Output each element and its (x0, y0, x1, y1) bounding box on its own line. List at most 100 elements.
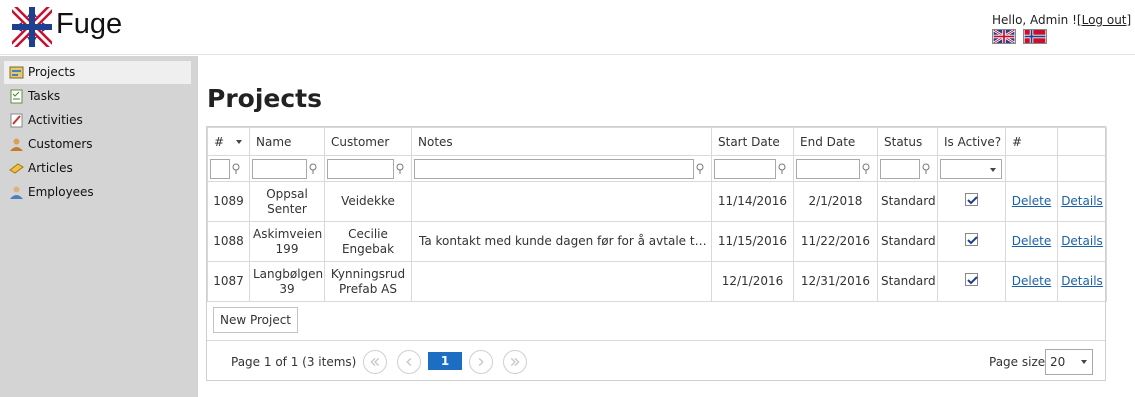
col-header-status[interactable]: Status (877, 127, 938, 156)
col-header-actions: # (1005, 127, 1058, 156)
cell-is-active (937, 181, 1006, 222)
cell-id: 1087 (207, 261, 250, 302)
brand-name: Fuge (56, 8, 123, 40)
first-page-icon[interactable] (363, 350, 387, 374)
col-header-is-active[interactable]: Is Active? (937, 127, 1006, 156)
logout-link[interactable]: [Log out] (1077, 13, 1131, 27)
col-header-label: # (214, 134, 225, 149)
page-size-select[interactable]: 20 (1045, 349, 1093, 375)
prev-page-icon[interactable] (397, 350, 421, 374)
fuge-logo-icon (12, 7, 52, 47)
cell-end-date: 11/22/2016 (793, 221, 878, 262)
col-header-notes[interactable]: Notes (411, 127, 712, 156)
chevron-down-icon (1081, 360, 1087, 364)
col-header-details (1057, 127, 1107, 156)
next-page-icon[interactable] (469, 350, 493, 374)
filter-id-input[interactable] (210, 158, 230, 179)
cell-status: Standard (877, 261, 938, 302)
cell-name: Oppsal Senter (249, 181, 325, 222)
sidebar-item-label: Activities (28, 113, 83, 127)
col-header-start-date[interactable]: Start Date (711, 127, 794, 156)
flag-norway-icon[interactable] (1022, 29, 1047, 44)
filter-icon[interactable] (777, 163, 787, 175)
sidebar-item-projects[interactable]: Projects (4, 61, 191, 84)
greeting-text: Hello, Admin ! (992, 13, 1077, 27)
filter-notes-input[interactable] (414, 158, 694, 179)
filter-icon[interactable] (231, 163, 241, 175)
filter-is-active-select[interactable] (940, 158, 1002, 179)
checkmark-icon (967, 196, 978, 205)
employees-icon (10, 186, 23, 199)
pager-info: Page 1 of 1 (3 items) (231, 355, 357, 369)
filter-customer-input[interactable] (327, 158, 394, 179)
sidebar-item-label: Projects (28, 65, 76, 79)
sidebar-item-articles[interactable]: Articles (4, 157, 191, 180)
col-header-name[interactable]: Name (249, 127, 325, 156)
col-header-end-date[interactable]: End Date (793, 127, 878, 156)
filter-icon[interactable] (308, 163, 318, 175)
table-row: 1088 Askimveien 199 Cecilie Engebak Ta k… (207, 221, 1107, 262)
sidebar-item-activities[interactable]: Activities (4, 109, 191, 132)
filter-status-input[interactable] (880, 158, 920, 179)
cell-customer: Kynningsrud Prefab AS (324, 261, 412, 302)
cell-id: 1089 (207, 181, 250, 222)
delete-link[interactable]: Delete (1012, 274, 1051, 288)
table-row: 1089 Oppsal Senter Veidekke 11/14/2016 2… (207, 181, 1107, 222)
chevron-down-icon (990, 167, 996, 172)
sidebar-item-tasks[interactable]: Tasks (4, 85, 191, 108)
checkmark-icon (967, 236, 978, 245)
cell-start-date: 12/1/2016 (711, 261, 794, 302)
col-header-id[interactable]: # (207, 127, 250, 156)
sidebar: Projects Tasks Activities Customers Arti… (0, 56, 198, 397)
page-size-value: 20 (1050, 355, 1066, 369)
flag-uk-icon[interactable] (992, 29, 1016, 44)
cell-end-date: 2/1/2018 (793, 181, 878, 222)
cell-customer: Veidekke (324, 181, 412, 222)
details-link[interactable]: Details (1061, 274, 1103, 288)
sidebar-item-label: Customers (28, 137, 93, 151)
sidebar-item-employees[interactable]: Employees (4, 181, 191, 204)
filter-icon[interactable] (395, 163, 405, 175)
filter-icon[interactable] (921, 163, 931, 175)
cell-name: Askimveien 199 (249, 221, 325, 262)
filter-row (207, 155, 1107, 182)
cell-start-date: 11/14/2016 (711, 181, 794, 222)
delete-link[interactable]: Delete (1012, 234, 1051, 248)
delete-link[interactable]: Delete (1012, 194, 1051, 208)
current-page-button[interactable]: 1 (428, 352, 462, 370)
active-checkbox[interactable] (965, 273, 978, 286)
pager: Page 1 of 1 (3 items) 1 Page size: 20 (207, 340, 1105, 381)
projects-icon (9, 66, 24, 79)
last-page-icon[interactable] (503, 350, 527, 374)
filter-start-date-input[interactable] (714, 158, 776, 179)
tasks-icon (10, 89, 23, 104)
active-checkbox[interactable] (965, 193, 978, 206)
cell-start-date: 11/15/2016 (711, 221, 794, 262)
details-link[interactable]: Details (1061, 194, 1103, 208)
cell-notes: Ta kontakt med kunde dagen før for å avt… (411, 221, 712, 262)
filter-icon[interactable] (861, 163, 871, 175)
cell-status: Standard (877, 181, 938, 222)
cell-id: 1088 (207, 221, 250, 262)
filter-icon[interactable] (695, 163, 705, 175)
page-size-label: Page size: (989, 355, 1050, 369)
filter-name-input[interactable] (252, 158, 307, 179)
cell-end-date: 12/31/2016 (793, 261, 878, 302)
col-header-customer[interactable]: Customer (324, 127, 412, 156)
articles-icon (9, 163, 24, 174)
cell-name: Langbølgen 39 (249, 261, 325, 302)
new-project-button[interactable]: New Project (213, 307, 298, 333)
user-greeting: Hello, Admin ![Log out] (992, 13, 1131, 27)
details-link[interactable]: Details (1061, 234, 1103, 248)
header: Fuge Hello, Admin ![Log out] (0, 0, 1135, 55)
sidebar-item-label: Tasks (28, 89, 61, 103)
sidebar-item-customers[interactable]: Customers (4, 133, 191, 156)
projects-grid: # Name Customer Notes Start Date End Dat… (206, 126, 1107, 381)
cell-is-active (937, 221, 1006, 262)
cell-customer: Cecilie Engebak (324, 221, 412, 262)
active-checkbox[interactable] (965, 233, 978, 246)
filter-end-date-input[interactable] (796, 158, 860, 179)
sort-desc-icon[interactable] (236, 140, 243, 144)
table-row: 1087 Langbølgen 39 Kynningsrud Prefab AS… (207, 261, 1107, 302)
cell-notes (411, 181, 712, 222)
